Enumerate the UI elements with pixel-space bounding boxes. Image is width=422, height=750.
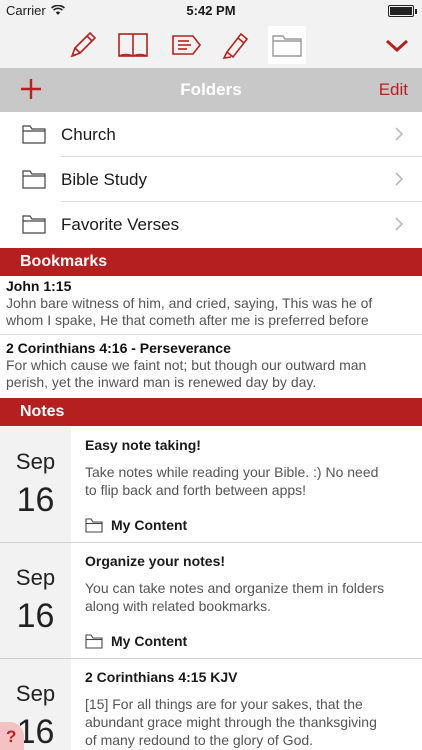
note-tag-icon[interactable] <box>167 26 205 64</box>
chevron-right-icon <box>395 172 404 186</box>
note-folder: My Content <box>85 633 187 649</box>
folder-icon <box>22 170 46 189</box>
bookmark-text-line: For which cause we faint not; but though… <box>6 357 367 373</box>
chevron-right-icon <box>395 127 404 141</box>
note-item[interactable]: Sep 16 Easy note taking! Take notes whil… <box>0 427 422 542</box>
notes-header: Notes <box>0 398 422 426</box>
bookmark-text-line: John bare witness of him, and cried, say… <box>6 295 373 311</box>
note-title: Organize your notes! <box>85 553 226 569</box>
folder-icon[interactable] <box>268 26 306 64</box>
folder-row-bible-study[interactable]: Bible Study <box>0 157 422 202</box>
folder-icon <box>22 125 46 144</box>
bookmark-reference: 2 Corinthians 4:16 - Perseverance <box>6 340 231 356</box>
note-month: Sep <box>15 565 56 590</box>
note-body: Take notes while reading your Bible. :) … <box>85 464 379 498</box>
note-month: Sep <box>15 449 56 474</box>
pencil-icon[interactable] <box>64 26 102 64</box>
bookmark-text-line: whom I spake, He that cometh after me is… <box>6 312 369 328</box>
bookmarks-header: Bookmarks <box>0 248 422 276</box>
edit-button[interactable]: Edit <box>379 80 408 100</box>
note-body: You can take notes and organize them in … <box>85 580 385 614</box>
bookmark-item[interactable]: John 1:15 John bare witness of him, and … <box>0 278 422 329</box>
note-title: Easy note taking! <box>85 437 201 453</box>
folder-icon <box>85 633 103 649</box>
status-time: 5:42 PM <box>186 3 236 18</box>
bookmark-text-line: perish, yet the inward man is renewed da… <box>6 374 317 390</box>
folder-label: Church <box>61 125 116 144</box>
note-date: Sep 16 <box>0 427 71 542</box>
folder-icon <box>22 215 46 234</box>
folder-label: Favorite Verses <box>61 215 180 234</box>
bookmark-item[interactable]: 2 Corinthians 4:16 - Perseverance For wh… <box>0 340 422 391</box>
bookmark-reference: John 1:15 <box>6 278 72 294</box>
folder-icon <box>85 517 103 533</box>
note-body: [15] For all things are for your sakes, … <box>85 696 377 748</box>
note-month: Sep <box>15 681 56 706</box>
note-day: 16 <box>16 597 55 635</box>
help-button[interactable]: ? <box>0 722 24 750</box>
battery-icon <box>388 5 417 17</box>
highlighter-icon[interactable] <box>217 26 255 64</box>
folder-row-favorite-verses[interactable]: Favorite Verses <box>0 202 422 247</box>
toolbar <box>0 22 422 68</box>
status-bar: Carrier 5:42 PM <box>0 0 422 22</box>
chevron-right-icon <box>395 217 404 231</box>
note-item[interactable]: Sep 16 2 Corinthians 4:15 KJV [15] For a… <box>0 659 422 750</box>
note-item[interactable]: Sep 16 Organize your notes! You can take… <box>0 543 422 658</box>
folder-label: Bible Study <box>61 170 147 189</box>
book-icon[interactable] <box>114 26 152 64</box>
note-folder: My Content <box>85 517 187 533</box>
note-folder-label: My Content <box>111 517 188 533</box>
folder-row-church[interactable]: Church <box>0 112 422 157</box>
folders-title: Folders <box>180 80 242 99</box>
note-folder-label: My Content <box>111 633 188 649</box>
note-day: 16 <box>16 481 55 519</box>
chevron-down-icon[interactable] <box>378 26 416 64</box>
note-title: 2 Corinthians 4:15 KJV <box>85 669 238 685</box>
folders-header: Folders Edit <box>0 68 422 112</box>
note-date: Sep 16 <box>0 543 71 658</box>
